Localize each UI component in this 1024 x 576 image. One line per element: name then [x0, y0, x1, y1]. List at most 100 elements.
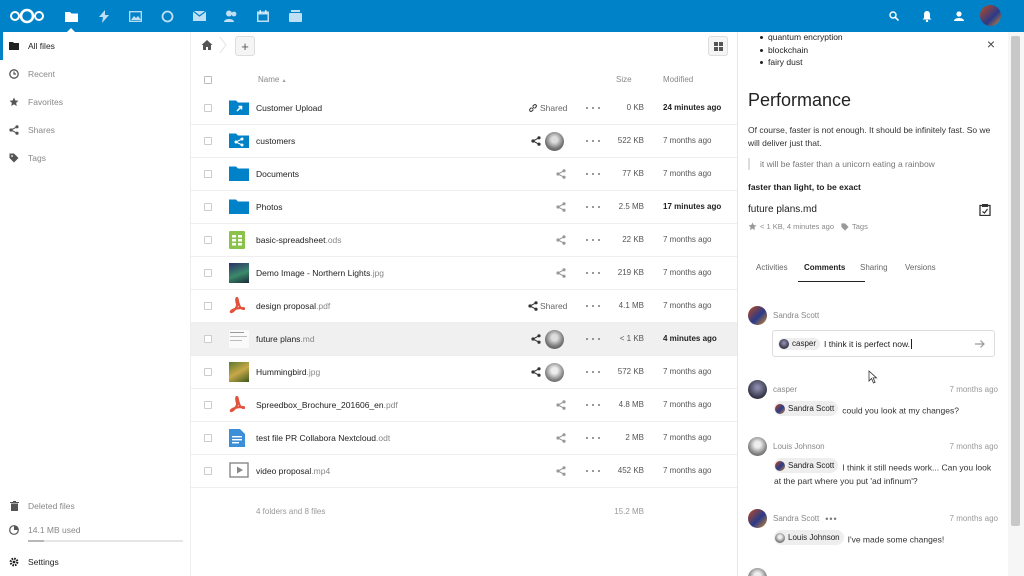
send-arrow-icon[interactable] — [974, 338, 986, 350]
table-row[interactable]: Spreedbox_Brochure_201606_en.pdf 4.8 MB 7 … — [191, 389, 737, 422]
table-row[interactable]: design proposal.pdf Shared 4.1 MB 7 months … — [191, 290, 737, 323]
file-name[interactable]: design proposal.pdf — [256, 301, 330, 311]
file-name[interactable]: video proposal.mp4 — [256, 466, 330, 476]
share-icon[interactable] — [556, 433, 566, 443]
share-icon[interactable] — [531, 136, 541, 146]
table-row[interactable]: customers 522 KB 7 months ago — [191, 125, 737, 158]
column-name[interactable]: Name ▲ — [258, 75, 287, 84]
nav-favorites[interactable]: Favorites — [0, 88, 190, 116]
file-name[interactable]: Documents — [256, 169, 299, 179]
nav-tags[interactable]: Tags — [0, 144, 190, 172]
share-icon[interactable] — [556, 235, 566, 245]
scrollbar-thumb[interactable] — [1011, 36, 1020, 526]
row-checkbox[interactable] — [204, 269, 212, 277]
file-name[interactable]: Hummingbird.jpg — [256, 367, 320, 377]
comment-menu-button[interactable]: ••• — [825, 514, 837, 524]
gallery-app-icon[interactable] — [126, 7, 144, 25]
file-name[interactable]: future plans.md — [256, 334, 315, 344]
share-icon[interactable] — [531, 334, 541, 344]
tab-activities[interactable]: Activities — [756, 263, 788, 272]
share-icon[interactable] — [556, 268, 566, 278]
file-name[interactable]: Spreedbox_Brochure_201606_en.pdf — [256, 400, 398, 410]
quota-label: 14.1 MB used — [28, 525, 81, 535]
pdf-icon — [229, 296, 249, 315]
nav-all-files[interactable]: All files — [0, 32, 190, 60]
row-checkbox[interactable] — [204, 434, 212, 442]
nav-recent[interactable]: Recent — [0, 60, 190, 88]
contacts-app-icon[interactable] — [222, 7, 240, 25]
file-modified: 24 minutes ago — [663, 103, 722, 112]
shared-label[interactable]: Shared — [540, 103, 567, 113]
file-name[interactable]: Demo Image - Northern Lights.jpg — [256, 268, 384, 278]
table-row[interactable]: test file PR Collabora Nextcloud.odt 2 MB… — [191, 422, 737, 455]
shared-with-avatar[interactable] — [545, 330, 564, 349]
calendar-app-icon[interactable] — [254, 7, 272, 25]
tab-versions[interactable]: Versions — [905, 263, 936, 272]
details-scrollbar[interactable] — [1008, 32, 1024, 576]
link-icon[interactable] — [528, 103, 538, 113]
table-row[interactable]: Documents 77 KB 7 months ago — [191, 158, 737, 191]
shared-with-avatar[interactable] — [545, 132, 564, 151]
row-checkbox[interactable] — [204, 203, 212, 211]
files-app-icon[interactable] — [62, 7, 80, 32]
search-icon[interactable] — [885, 7, 903, 25]
file-name[interactable]: basic-spreadsheet.ods — [256, 235, 342, 245]
deck-app-icon[interactable] — [286, 7, 304, 25]
file-name[interactable]: Photos — [256, 202, 282, 212]
shared-with-avatar[interactable] — [545, 363, 564, 382]
table-row[interactable]: Hummingbird.jpg 572 KB 7 months ago — [191, 356, 737, 389]
row-checkbox[interactable] — [204, 467, 212, 475]
talk-app-icon[interactable] — [158, 7, 176, 25]
file-name[interactable]: Customer Upload — [256, 103, 322, 113]
grid-view-toggle[interactable] — [708, 36, 728, 56]
nextcloud-logo[interactable] — [9, 8, 45, 24]
comment-input[interactable]: casper I think it is perfect now. — [772, 330, 995, 357]
row-checkbox[interactable] — [204, 302, 212, 310]
table-row[interactable]: basic-spreadsheet.ods 22 KB 7 months ago — [191, 224, 737, 257]
share-icon[interactable] — [556, 400, 566, 410]
table-row[interactable]: Customer Upload Shared 0 KB 24 minutes ago — [191, 92, 737, 125]
file-modified: 7 months ago — [663, 136, 712, 145]
user-avatar[interactable] — [980, 5, 1001, 26]
mail-app-icon[interactable] — [190, 7, 208, 25]
row-checkbox[interactable] — [204, 335, 212, 343]
file-name[interactable]: test file PR Collabora Nextcloud.odt — [256, 433, 390, 443]
nav-shares[interactable]: Shares — [0, 116, 190, 144]
row-checkbox[interactable] — [204, 368, 212, 376]
row-checkbox[interactable] — [204, 236, 212, 244]
notifications-icon[interactable] — [918, 7, 936, 25]
row-checkbox[interactable] — [204, 170, 212, 178]
share-icon[interactable] — [556, 169, 566, 179]
select-all-checkbox[interactable] — [204, 76, 212, 84]
column-size[interactable]: Size — [616, 75, 632, 84]
row-checkbox[interactable] — [204, 401, 212, 409]
tab-sharing[interactable]: Sharing — [860, 263, 888, 272]
comment-item: casper 7 months ago Sandra Scott could yo… — [748, 380, 998, 418]
tab-comments[interactable]: Comments — [804, 263, 845, 272]
table-row[interactable]: future plans.md < 1 KB 4 minutes ago — [191, 323, 737, 356]
table-row[interactable]: video proposal.mp4 452 KB 7 months ago — [191, 455, 737, 488]
row-checkbox[interactable] — [204, 104, 212, 112]
file-name[interactable]: customers — [256, 136, 295, 146]
contacts-menu-icon[interactable] — [950, 7, 968, 25]
column-modified[interactable]: Modified — [663, 75, 693, 84]
table-row[interactable]: Photos 2.5 MB 17 minutes ago — [191, 191, 737, 224]
share-icon[interactable] — [531, 367, 541, 377]
share-icon[interactable] — [556, 202, 566, 212]
open-in-editor-icon[interactable] — [979, 204, 991, 216]
activity-app-icon[interactable] — [95, 7, 113, 25]
star-icon[interactable] — [748, 222, 757, 231]
close-sidebar-icon[interactable]: × — [985, 37, 997, 51]
nav-settings[interactable]: Settings — [0, 548, 190, 576]
table-row[interactable]: Demo Image - Northern Lights.jpg 219 KB 7 … — [191, 257, 737, 290]
row-checkbox[interactable] — [204, 137, 212, 145]
share-icon[interactable] — [556, 466, 566, 476]
list-item: quantum encryption — [758, 32, 843, 45]
shared-label[interactable]: Shared — [540, 301, 567, 311]
new-file-button[interactable]: + — [235, 36, 255, 56]
folder-icon — [229, 198, 249, 216]
tags-button[interactable]: Tags — [852, 222, 868, 231]
share-icon[interactable] — [528, 301, 538, 311]
comment-time: 7 months ago — [949, 442, 998, 451]
home-icon[interactable] — [201, 39, 213, 51]
